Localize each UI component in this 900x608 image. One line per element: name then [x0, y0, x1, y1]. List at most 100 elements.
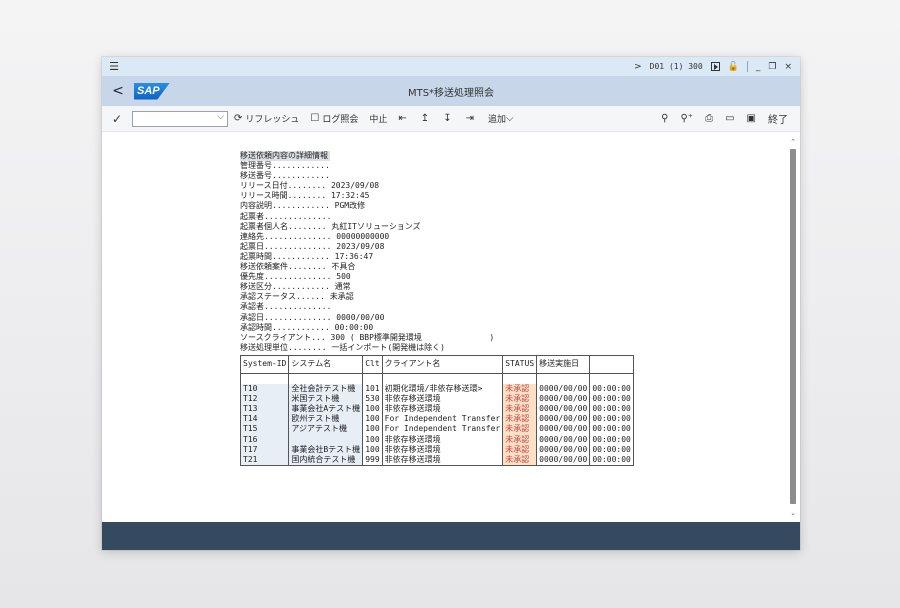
transport-time-cell: 00:00:00 [589, 424, 634, 435]
status-cell: 未承認 [502, 393, 538, 404]
window-icon[interactable]: ▭ [725, 113, 734, 124]
first-page-icon[interactable]: ⇤ [398, 113, 409, 124]
client-name-cell: 非依存移送環境 [381, 454, 504, 466]
transport-time-cell: 00:00:00 [589, 414, 634, 425]
document-icon: ☐ [310, 113, 320, 124]
refresh-button[interactable]: ⟳ リフレッシュ [234, 112, 299, 125]
next-page-icon[interactable]: ↧ [443, 113, 454, 124]
table-row[interactable]: T17 事業会社Bテスト機 100 非依存移送環境 未承認 0000/00/00 00:00… [239, 444, 634, 455]
scroll-down-icon[interactable]: ⌄ [789, 508, 797, 518]
column-header: Clt [362, 354, 383, 374]
system-name-cell: 国内統合テスト機 [288, 454, 364, 466]
detail-field-row: 承認ステータス...... 未承認 [240, 292, 780, 302]
transport-date-cell: 0000/00/00 [536, 454, 591, 466]
detail-field-row: 起票者.............. [240, 212, 780, 222]
detail-field-row: 承認日.............. 0000/00/00 [240, 313, 780, 323]
field-label: 起票日.............. [240, 241, 337, 251]
detail-field-row: 移送処理単位........ 一括インポート(開発機は除く) [240, 343, 780, 353]
previous-page-icon[interactable]: ↥ [421, 113, 432, 124]
detail-field-row: 起票者個人名........ 丸紅ITソリューションズ [240, 222, 780, 232]
detail-field-row: 承認者.............. [240, 302, 780, 312]
status-bar [102, 522, 800, 550]
refresh-icon: ⟳ [234, 113, 243, 124]
detail-field-row: 優先度.............. 500 [240, 272, 780, 282]
field-label: 起票者.............. [240, 211, 337, 221]
transport-date-cell: 0000/00/00 [536, 393, 591, 404]
vertical-scrollbar[interactable]: ⌃ ⌄ [789, 137, 797, 518]
search-icon[interactable]: ⚲ [661, 113, 668, 124]
separator [746, 61, 748, 72]
close-button[interactable]: × [784, 62, 792, 72]
add-menu-button[interactable]: 追加 ⌵ [488, 112, 517, 125]
system-name-cell: 全社会計テスト機 [288, 383, 364, 394]
hamburger-menu-icon[interactable]: ☰ [102, 60, 126, 73]
system-id-cell: T13 [239, 403, 290, 415]
system-name-cell [288, 434, 364, 445]
detail-field-row: リリース時間........ 17:32:45 [240, 191, 780, 201]
cancel-button[interactable]: 中止 [369, 112, 387, 125]
play-icon[interactable] [710, 62, 720, 71]
scroll-up-icon[interactable]: ⌃ [789, 137, 797, 147]
log-button[interactable]: ☐ ログ照会 [310, 112, 358, 125]
search-next-icon[interactable]: ⚲⁺ [680, 113, 693, 124]
refresh-label: リフレッシュ [245, 115, 300, 125]
detail-field-row: 移送番号............ [240, 171, 780, 181]
report-heading: 移送依頼内容の詳細情報 [240, 151, 330, 162]
detail-field-row: リリース日付........ 2023/09/08 [240, 181, 780, 191]
detail-field-row: 移送依頼案件........ 不具合 [240, 262, 780, 272]
command-input[interactable] [133, 111, 213, 126]
client-cell: 100 [362, 403, 383, 415]
target-systems-table: System-ID システム名 Clt クライアント名 STATUS 移送実施日 T10 全… [239, 354, 634, 466]
system-id-cell: T14 [239, 414, 290, 425]
status-cell: 未承認 [502, 454, 538, 466]
status-cell: 未承認 [502, 383, 538, 394]
field-value: 未承認 [329, 292, 354, 302]
exit-button[interactable]: 終了 [768, 111, 788, 126]
nav-arrow[interactable]: > [634, 62, 642, 72]
field-label: ソースクライアント... [240, 332, 331, 342]
unlock-icon[interactable]: 🔓 [728, 62, 739, 72]
minimize-button[interactable]: _ [756, 62, 761, 72]
client-cell: 100 [362, 434, 383, 445]
table-row[interactable]: T10 全社会計テスト機 101 初期化環境/非依存移送環> 未承認 0000/00/00… [239, 383, 634, 394]
enter-check-icon[interactable]: ✓ [102, 112, 132, 126]
command-field[interactable]: ⌵ [132, 110, 228, 127]
back-button[interactable]: < [102, 83, 134, 99]
report-area: 移送依頼内容の詳細情報 管理番号............ 移送番号.......… [102, 133, 800, 522]
transport-time-cell: 00:00:00 [589, 403, 634, 415]
system-id-cell: T10 [239, 383, 290, 394]
table-row[interactable]: T12 米国テスト機 530 非依存移送環境 未承認 0000/00/00 00:00:00 [239, 393, 634, 404]
transport-detail-report: 移送依頼内容の詳細情報 管理番号............ 移送番号.......… [239, 151, 780, 466]
client-cell: 530 [362, 393, 383, 404]
table-row[interactable]: T13 事業会社Aテスト機 100 非依存移送環境 未承認 0000/00/00 00:00… [239, 403, 634, 415]
client-cell: 100 [362, 424, 383, 435]
new-window-icon[interactable]: ▣ [747, 113, 756, 124]
transport-time-cell: 00:00:00 [589, 434, 634, 445]
table-row[interactable]: T14 欧州テスト機 100 For Independent Transfer 未承認 0… [239, 414, 634, 425]
table-row[interactable]: T21 国内統合テスト機 999 非依存移送環境 未承認 0000/00/00 00:00:… [239, 454, 634, 466]
title-strip: ☰ > D01 (1) 300 🔓 _ ❐ × [102, 57, 800, 76]
field-list: 管理番号............ 移送番号............ リリース日付… [240, 161, 780, 353]
last-page-icon[interactable]: ⇥ [466, 113, 477, 124]
field-value: 500 [336, 272, 351, 282]
table-row[interactable]: T15 アジアテスト機 100 For Independent Transfer 未承認… [239, 424, 634, 435]
chevron-down-icon[interactable]: ⌵ [217, 112, 224, 122]
system-name-cell: 事業会社Aテスト機 [288, 403, 364, 415]
scroll-thumb[interactable] [790, 149, 796, 504]
field-value: 00:00:00 [334, 322, 374, 332]
table-row[interactable]: T16 100 非依存移送環境 未承認 0000/00/00 00:00:00 [239, 434, 634, 445]
chevron-down-icon: ⌵ [505, 113, 514, 124]
restore-button[interactable]: ❐ [768, 62, 776, 72]
table-body: T10 全社会計テスト機 101 初期化環境/非依存移送環> 未承認 0000/00/00… [239, 373, 634, 466]
spacer-row [239, 373, 634, 384]
sap-logo: SAP [134, 82, 170, 100]
table-header-row: System-ID システム名 Clt クライアント名 STATUS 移送実施日 [239, 354, 634, 374]
client-name-cell: 非依存移送環境 [381, 444, 504, 455]
detail-field-row: 管理番号............ [240, 161, 780, 171]
system-info: D01 (1) 300 [649, 62, 703, 71]
field-value: 300 ( BBP標準開発環境 ) [330, 332, 495, 342]
field-label: リリース日付........ [240, 181, 331, 191]
transport-time-cell: 00:00:00 [589, 393, 634, 404]
system-id-cell: T17 [239, 444, 290, 455]
print-icon[interactable]: ⎙ [705, 113, 713, 124]
